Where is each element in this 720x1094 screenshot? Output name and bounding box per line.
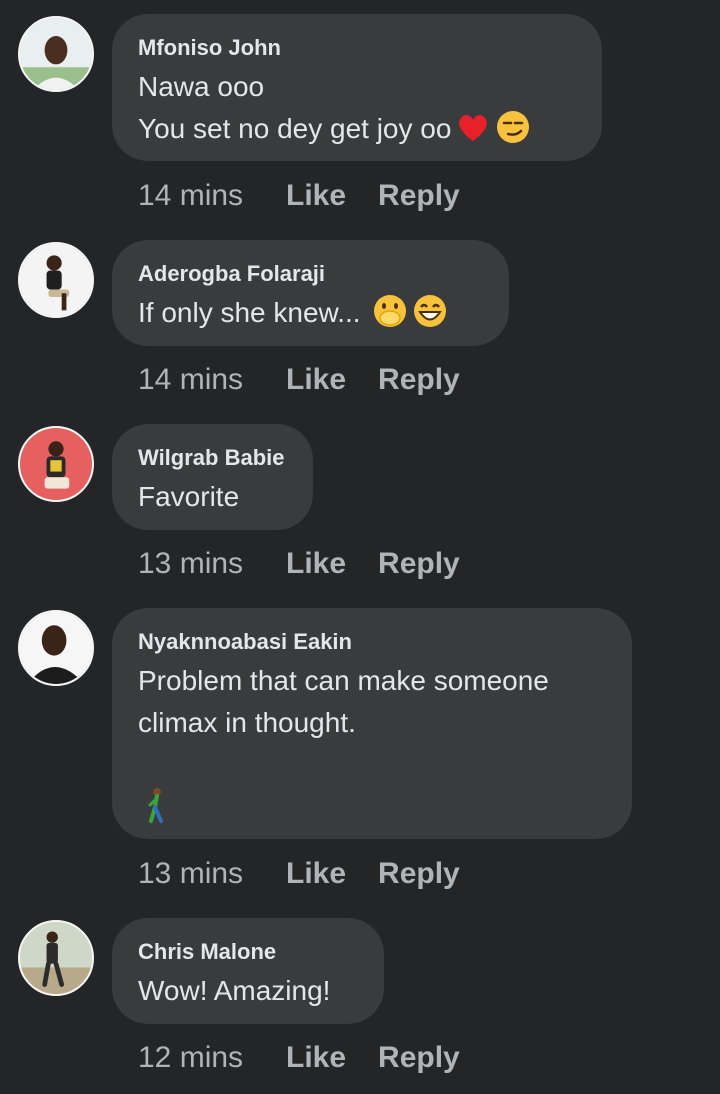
avatar-photo-icon xyxy=(20,18,92,90)
comment-text: Favorite xyxy=(138,481,240,512)
comment-bubble[interactable]: Aderogba Folaraji If only she knew... xyxy=(112,240,509,346)
reply-button[interactable]: Reply xyxy=(378,360,460,400)
comment-author[interactable]: Aderogba Folaraji xyxy=(138,260,483,288)
comment-author[interactable]: Nyaknnoabasi Eakin xyxy=(138,628,606,656)
comment-author[interactable]: Mfoniso John xyxy=(138,34,576,62)
like-button[interactable]: Like xyxy=(286,544,346,584)
smirking-face-icon xyxy=(495,109,531,145)
comment-meta: 12 mins Like Reply xyxy=(138,1038,492,1078)
avatar[interactable] xyxy=(18,610,94,686)
comment-meta: 14 mins Like Reply xyxy=(138,176,492,216)
comment-text: You set no dey get joy oo xyxy=(138,113,452,144)
comment-bubble[interactable]: Wilgrab Babie Favorite xyxy=(112,424,313,530)
comment-bubble[interactable]: Chris Malone Wow! Amazing! xyxy=(112,918,384,1024)
grinning-face-icon xyxy=(412,293,448,329)
reply-button[interactable]: Reply xyxy=(378,854,460,894)
comment-text: Nawa ooo xyxy=(138,71,265,102)
comment-author[interactable]: Chris Malone xyxy=(138,938,358,966)
timestamp[interactable]: 14 mins xyxy=(138,176,286,216)
avatar-photo-icon xyxy=(20,428,92,500)
comment-text: If only she knew... xyxy=(138,297,361,328)
avatar[interactable] xyxy=(18,426,94,502)
comment-meta: 13 mins Like Reply xyxy=(138,854,492,894)
comment-text: climax in thought. xyxy=(138,707,356,738)
like-button[interactable]: Like xyxy=(286,176,346,216)
avatar[interactable] xyxy=(18,920,94,996)
like-button[interactable]: Like xyxy=(286,360,346,400)
timestamp[interactable]: 14 mins xyxy=(138,360,286,400)
timestamp[interactable]: 13 mins xyxy=(138,544,286,584)
comment-bubble[interactable]: Mfoniso John Nawa ooo You set no dey get… xyxy=(112,14,602,161)
reply-button[interactable]: Reply xyxy=(378,544,460,584)
avatar[interactable] xyxy=(18,16,94,92)
timestamp[interactable]: 13 mins xyxy=(138,854,286,894)
avatar-photo-icon xyxy=(20,612,92,684)
comment-text-line: If only she knew... xyxy=(138,292,483,334)
face-with-hand-over-mouth-icon xyxy=(372,293,408,329)
reply-button[interactable]: Reply xyxy=(378,176,460,216)
timestamp[interactable]: 12 mins xyxy=(138,1038,286,1078)
comment-text-line xyxy=(138,786,606,823)
person-walking-icon xyxy=(142,787,172,823)
red-heart-icon xyxy=(455,109,491,145)
avatar[interactable] xyxy=(18,242,94,318)
avatar-photo-icon xyxy=(20,922,92,994)
comment-text: Problem that can make someone xyxy=(138,665,549,696)
like-button[interactable]: Like xyxy=(286,854,346,894)
comment-meta: 14 mins Like Reply xyxy=(138,360,492,400)
comment-text-line: You set no dey get joy oo xyxy=(138,108,576,150)
comment-bubble[interactable]: Nyaknnoabasi Eakin Problem that can make… xyxy=(112,608,632,839)
like-button[interactable]: Like xyxy=(286,1038,346,1078)
avatar-photo-icon xyxy=(20,244,92,316)
comment-meta: 13 mins Like Reply xyxy=(138,544,492,584)
reply-button[interactable]: Reply xyxy=(378,1038,460,1078)
comment-text: Wow! Amazing! xyxy=(138,975,331,1006)
comment-author[interactable]: Wilgrab Babie xyxy=(138,444,287,472)
